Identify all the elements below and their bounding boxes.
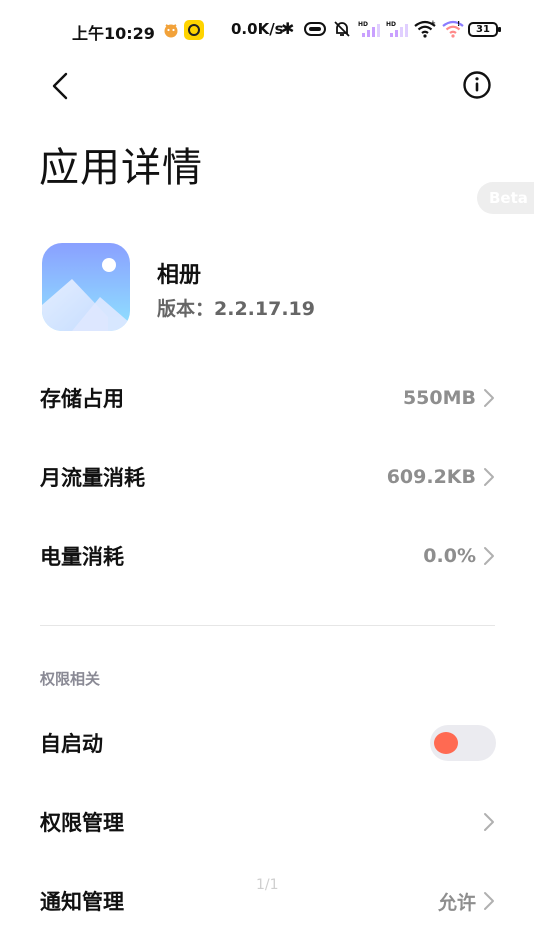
chevron-left-icon (52, 72, 68, 100)
permission-manage-label: 权限管理 (40, 811, 124, 835)
battery-icon: 31 (468, 22, 501, 37)
notification-app-icon (162, 22, 180, 38)
version-number: 2.2.17.19 (214, 298, 315, 320)
status-time: 上午10:29 (72, 24, 155, 43)
divider (40, 625, 495, 626)
bluetooth-icon: ✱ (281, 19, 295, 38)
svg-text:HD: HD (358, 21, 368, 28)
traffic-value: 609.2KB (386, 466, 476, 488)
battery-label: 电量消耗 (40, 545, 124, 569)
nfc-icon (304, 22, 326, 36)
storage-value: 550MB (402, 387, 476, 409)
network-speed: 0.0K/s (231, 20, 284, 38)
autostart-toggle[interactable] (430, 725, 496, 761)
info-icon (463, 71, 491, 99)
chevron-right-icon (484, 547, 494, 565)
signal-hd-icon: HD (386, 21, 408, 37)
notification-value: 允许 (437, 891, 476, 914)
notification-app-icon-2 (184, 20, 204, 40)
status-bar: 上午10:29 0.0K/s ✱ HD HD + ! 31 (0, 14, 534, 46)
page-indicator: 1/1 (256, 877, 279, 893)
version-label: 版本： (157, 298, 215, 320)
chevron-right-icon (484, 389, 494, 407)
autostart-row[interactable]: 自启动 (40, 718, 496, 768)
battery-row[interactable]: 电量消耗 0.0% (40, 531, 496, 581)
app-name: 相册 (157, 263, 202, 288)
status-icons: HD HD + ! (304, 18, 464, 40)
permission-manage-row[interactable]: 权限管理 (40, 797, 496, 847)
chevron-right-icon (484, 468, 494, 486)
section-label-permissions: 权限相关 (40, 670, 101, 688)
chevron-right-icon (484, 813, 494, 831)
storage-label: 存储占用 (40, 387, 124, 411)
app-version: 版本：2.2.17.19 (157, 294, 315, 321)
signal-hd-icon: HD (358, 21, 380, 37)
svg-text:!: ! (457, 20, 460, 28)
mute-icon (334, 21, 350, 37)
back-button[interactable] (44, 68, 80, 104)
info-button[interactable] (460, 68, 494, 102)
notification-label: 通知管理 (40, 890, 124, 914)
traffic-row[interactable]: 月流量消耗 609.2KB (40, 452, 496, 502)
autostart-label: 自启动 (40, 732, 103, 756)
gallery-app-icon (42, 243, 130, 331)
svg-text:+: + (430, 20, 436, 27)
page-title: 应用详情 (39, 145, 203, 191)
wifi-plus-icon: ! (442, 20, 464, 38)
wifi-icon: + (414, 20, 436, 38)
beta-badge[interactable]: Beta (477, 182, 534, 214)
traffic-label: 月流量消耗 (40, 466, 145, 490)
storage-row[interactable]: 存储占用 550MB (40, 373, 496, 423)
chevron-right-icon (484, 892, 494, 910)
svg-text:HD: HD (386, 21, 396, 28)
battery-value: 0.0% (423, 545, 476, 567)
